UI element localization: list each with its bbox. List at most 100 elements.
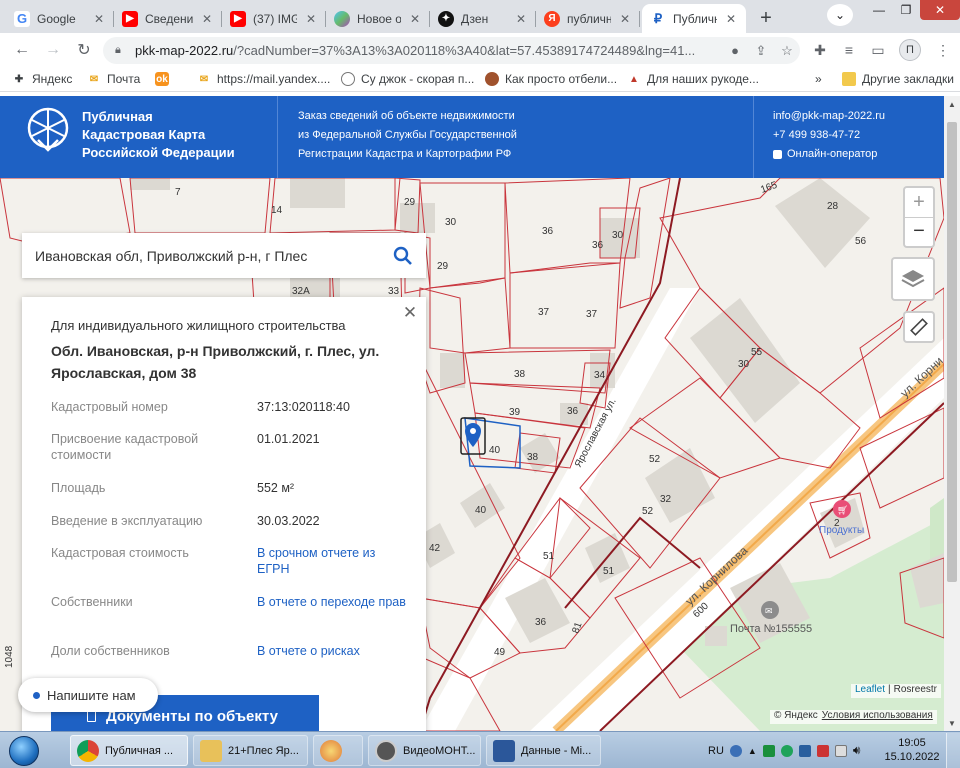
chrome-icon [77, 739, 99, 762]
contact-email[interactable]: info@pkk-map-2022.ru [773, 107, 885, 126]
google-icon: G [14, 10, 30, 27]
online-dot-icon [33, 691, 40, 699]
app-icon [334, 10, 350, 27]
tab-new[interactable]: Новое о ✕ [326, 4, 430, 33]
tab-search-button[interactable]: ⌄ [827, 4, 853, 26]
globe-icon [341, 72, 355, 86]
paint-icon [320, 739, 342, 762]
bookmark-star-icon[interactable]: ☆ [774, 43, 800, 59]
chevron-down-icon: ⌄ [834, 8, 846, 22]
language-indicator[interactable]: RU [708, 745, 724, 757]
map-label: 49 [494, 647, 506, 658]
leaflet-link[interactable]: Leaflet [855, 684, 885, 698]
map-label: 33 [388, 286, 400, 297]
map-label: 29 [437, 261, 449, 272]
start-button[interactable] [4, 734, 44, 767]
tab-yandex[interactable]: Я публичн ✕ [536, 4, 640, 33]
tray-app-icon[interactable] [798, 744, 811, 757]
close-icon[interactable]: ✕ [618, 12, 632, 26]
site-brand[interactable]: Публичная Кадастровая Карта Российской Ф… [82, 108, 235, 162]
ownership-report-link[interactable]: В отчете о переходе прав [257, 594, 411, 610]
scroll-up-arrow[interactable]: ▲ [944, 96, 960, 112]
youtube-icon: ▶ [122, 10, 138, 27]
info-row-cadastral-value: Кадастровая стоимость В срочном отчете из… [51, 545, 411, 577]
maximize-button[interactable]: ❐ [893, 0, 919, 20]
risk-report-link[interactable]: В отчете о рисках [257, 643, 411, 659]
bookmark-otbelit[interactable]: Как просто отбели... [485, 70, 617, 88]
close-icon[interactable]: ✕ [200, 12, 214, 26]
address-search[interactable]: Ивановская обл, Приволжский р-н, г Плес [22, 233, 426, 278]
bookmark-su-jok[interactable]: Су джок - скорая п... [341, 70, 474, 88]
close-icon[interactable]: ✕ [92, 12, 106, 26]
chat-widget-button[interactable]: Напишите нам [18, 678, 158, 712]
tray-app-icon[interactable] [816, 744, 829, 757]
network-icon[interactable] [834, 744, 847, 757]
reload-button[interactable]: ↻ [72, 39, 96, 61]
side-panel-icon[interactable]: ▭ [867, 39, 889, 61]
tab-zen[interactable]: ✦ Дзен ✕ [430, 4, 536, 33]
tab-pkk-active[interactable]: ₽ Публичн ✕ [642, 4, 746, 33]
zoom-in-button[interactable]: + [905, 188, 933, 218]
menu-icon[interactable]: ⋮ [932, 39, 954, 61]
bookmark-ok[interactable]: ok [155, 70, 169, 88]
back-button[interactable]: ← [10, 39, 34, 61]
layers-button[interactable] [891, 257, 935, 301]
poi-label-pochta[interactable]: Почта №155555 [730, 623, 812, 635]
profile-avatar[interactable]: П [899, 39, 921, 61]
minimize-button[interactable]: — [866, 0, 892, 20]
show-desktop-button[interactable] [946, 733, 960, 768]
zoom-out-button[interactable]: − [905, 218, 933, 247]
lock-icon: 🔒︎ [115, 44, 121, 56]
close-icon[interactable]: ✕ [304, 12, 318, 26]
taskbar-folder[interactable]: 21+Плес Яр... [193, 735, 308, 766]
map-label: 51 [603, 566, 615, 577]
tray-expand-icon[interactable]: ▲ [748, 746, 757, 756]
egrn-report-link[interactable]: В срочном отчете из ЕГРН [257, 545, 411, 577]
share-icon[interactable]: ⇪ [748, 43, 774, 59]
volume-icon[interactable]: 🔊︎ [853, 743, 861, 758]
scroll-down-arrow[interactable]: ▼ [944, 715, 960, 731]
other-bookmarks[interactable]: Другие закладки [842, 70, 954, 88]
media-icon[interactable]: ≡ [838, 39, 860, 61]
pkk-logo-icon[interactable] [26, 106, 70, 154]
map-label: 37 [586, 309, 598, 320]
ruler-button[interactable] [903, 311, 935, 343]
close-icon[interactable]: ✕ [401, 303, 419, 322]
security-icon[interactable] [780, 744, 793, 757]
tab-google[interactable]: G Google ✕ [6, 4, 114, 33]
tab-youtube-1[interactable]: ▶ Сведени ✕ [114, 4, 222, 33]
poi-label-produkty[interactable]: Продукты [819, 525, 864, 536]
address-bar[interactable]: 🔒︎ pkk-map-2022.ru/?cadNumber=37%3A13%3A… [103, 37, 800, 64]
taskbar-chrome[interactable]: Публичная ... [70, 735, 188, 766]
search-icon[interactable] [380, 233, 426, 278]
location-icon[interactable]: ● [722, 43, 748, 58]
tab-youtube-2[interactable]: ▶ (37) IMG ✕ [222, 4, 326, 33]
online-operator-link[interactable]: Онлайн-оператор [773, 145, 885, 164]
tray-app-icon[interactable] [762, 744, 775, 757]
close-icon[interactable]: ✕ [408, 12, 422, 26]
contact-phone[interactable]: +7 499 938-47-72 [773, 126, 885, 145]
search-input[interactable]: Ивановская обл, Приволжский р-н, г Плес [35, 248, 380, 264]
taskbar-paint[interactable] [313, 735, 363, 766]
forward-button[interactable]: → [41, 39, 65, 61]
new-tab-button[interactable]: + [753, 5, 779, 31]
taskbar-clock[interactable]: 19:05 15.10.2022 [884, 736, 940, 764]
taskbar-word[interactable]: Данные - Mi... [486, 735, 601, 766]
scrollbar-thumb[interactable] [947, 122, 957, 582]
close-icon[interactable]: ✕ [514, 12, 528, 26]
taskbar-video[interactable]: ВидеоМОНТ... [368, 735, 481, 766]
extensions-icon[interactable]: ✚ [809, 39, 831, 61]
map-label: 36 [567, 406, 579, 417]
close-icon[interactable]: ✕ [724, 12, 738, 26]
page-scrollbar[interactable]: ▲ ▼ [944, 96, 960, 731]
bookmark-mail[interactable]: ✉ Почта [87, 70, 141, 88]
terms-link[interactable]: Условия использования [822, 710, 933, 724]
window-close-button[interactable]: ✕ [920, 0, 960, 20]
help-icon[interactable] [729, 744, 742, 757]
bookmark-yandex[interactable]: ✚ Яндекс [12, 70, 73, 88]
bookmark-yandex-mail[interactable]: ✉ https://mail.yandex.... [197, 70, 331, 88]
bookmarks-overflow[interactable]: » [815, 70, 822, 88]
yandex-attribution: © Яндекс Условия использования [770, 710, 937, 724]
location-marker-icon[interactable] [460, 417, 486, 455]
bookmark-rukodel[interactable]: ▲ Для наших рукоде... [627, 70, 759, 88]
